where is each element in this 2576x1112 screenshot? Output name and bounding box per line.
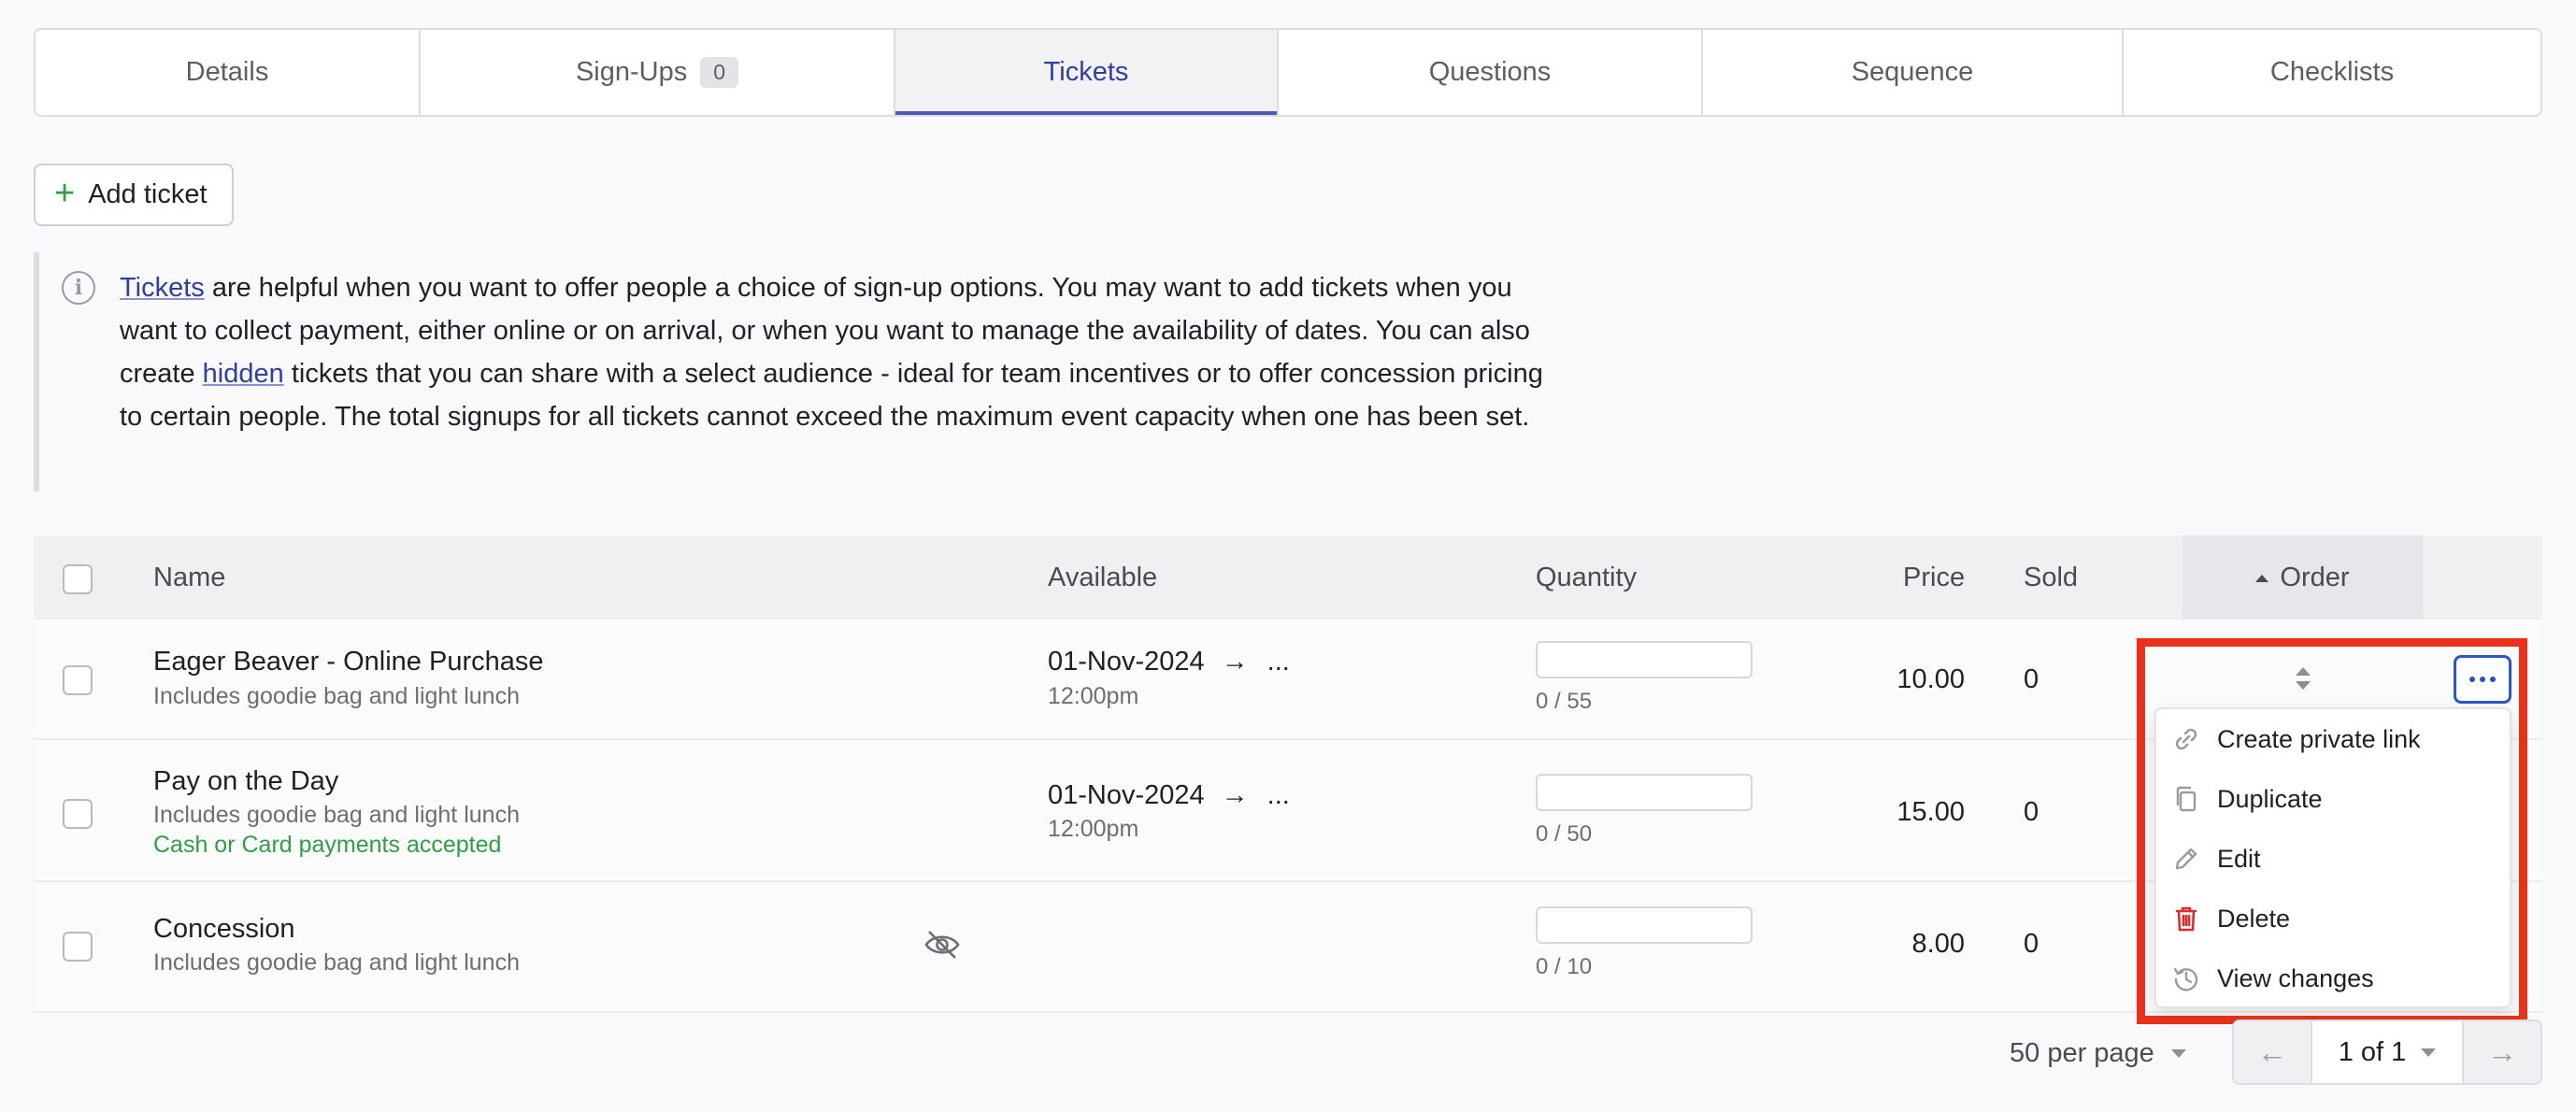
tab-sequence[interactable]: Sequence [1703,30,2124,115]
plus-icon: + [54,173,76,213]
row-checkbox[interactable] [63,932,93,962]
sign-ups-count-badge: 0 [700,57,739,88]
add-ticket-label: Add ticket [88,179,208,209]
per-page-select[interactable]: 50 per page [2010,1033,2186,1074]
table-header [34,535,2542,620]
column-header-order[interactable]: Order [2182,535,2423,620]
ticket-description: Includes goodie bag and light lunch [153,802,520,828]
quantity-input[interactable] [1536,641,1753,678]
menu-item-label: Create private link [2217,724,2421,753]
ticket-description: Includes goodie bag and light lunch [153,683,520,709]
available-start-date: 01-Nov-2024 [1048,647,1205,677]
menu-item-create-private-link[interactable]: Create private link [2156,709,2510,769]
menu-item-view-changes[interactable]: View changes [2156,948,2510,1008]
ticket-sold: 0 [2024,664,2039,694]
column-header-quantity[interactable]: Quantity [1536,535,1637,620]
ticket-sold: 0 [2024,929,2039,959]
more-icon [2490,677,2496,682]
available-end-date: ... [1267,780,1290,810]
tickets-help-link[interactable]: Tickets [120,273,205,303]
available-date: 01-Nov-2024 →... [1048,647,1290,677]
available-time: 12:00pm [1048,816,1139,842]
trash-icon [2175,906,2197,932]
ticket-name[interactable]: Pay on the Day [153,766,338,797]
tickets-info-text: Tickets are helpful when you want to off… [120,266,1559,438]
info-text-part: tickets that you can share with a select… [120,359,1543,432]
tab-label: Details [185,57,269,87]
available-time: 12:00pm [1048,683,1139,709]
info-icon: i [62,271,95,305]
available-end-date: ... [1267,647,1290,677]
available-date: 01-Nov-2024 →... [1048,780,1290,811]
menu-item-label: Edit [2217,844,2261,873]
add-ticket-button[interactable]: + Add ticket [34,164,234,226]
arrow-left-icon: ← [2257,1034,2287,1069]
history-icon [2173,967,2198,991]
ticket-note: Cash or Card payments accepted [153,832,502,858]
menu-item-label: Delete [2217,904,2291,933]
quantity-progress: 0 / 10 [1536,954,1593,979]
tab-label: Checklists [2269,57,2395,87]
more-icon [2469,677,2475,682]
chevron-down-icon [2170,1048,2186,1058]
menu-item-label: Duplicate [2217,784,2323,813]
link-icon [2175,728,2197,750]
available-start-date: 01-Nov-2024 [1048,780,1205,810]
order-header-label: Order [2280,562,2350,592]
column-header-name[interactable]: Name [153,535,225,620]
select-all-checkbox[interactable] [63,564,93,594]
menu-item-duplicate[interactable]: Duplicate [2156,769,2510,829]
column-header-price[interactable]: Price [1903,535,1965,620]
row-actions-menu: Create private link Duplicate Edit Delet… [2154,707,2512,1008]
column-header-sold[interactable]: Sold [2024,535,2078,620]
page-select[interactable]: 1 of 1 [2311,1021,2464,1083]
ticket-name[interactable]: Eager Beaver - Online Purchase [153,647,544,677]
quantity-input[interactable] [1536,906,1753,944]
hidden-eye-icon [924,931,960,959]
info-callout-bar [34,252,39,492]
ticket-name[interactable]: Concession [153,914,295,945]
page-indicator: 1 of 1 [2338,1036,2407,1067]
tab-label: Tickets [1043,57,1129,87]
quantity-progress: 0 / 55 [1536,689,1593,714]
row-checkbox[interactable] [63,799,93,829]
row-checkbox[interactable] [63,665,93,695]
ticket-price: 10.00 [1896,664,1965,694]
pencil-icon [2175,848,2197,870]
column-header-available[interactable]: Available [1048,535,1157,620]
sort-ascending-icon [2255,575,2269,582]
arrow-right-icon: → [2487,1034,2517,1069]
more-icon [2480,677,2485,682]
tab-bar: Details Sign-Ups 0 Tickets Questions Sequ… [34,28,2542,117]
arrow-right-icon: → [1221,780,1249,810]
chevron-down-icon [2421,1048,2437,1057]
quantity-progress: 0 / 50 [1536,821,1593,847]
menu-item-edit[interactable]: Edit [2156,829,2510,889]
pagination: ← 1 of 1 → [2232,1019,2542,1085]
arrow-right-icon: → [1221,647,1249,677]
ticket-sold: 0 [2024,797,2039,827]
duplicate-icon [2176,786,2197,812]
tab-label: Sign-Ups [575,57,688,87]
more-actions-button[interactable] [2454,655,2512,704]
tab-tickets[interactable]: Tickets [895,30,1279,115]
tab-questions[interactable]: Questions [1279,30,1703,115]
tab-label: Questions [1428,57,1552,87]
quantity-input[interactable] [1536,774,1753,811]
ticket-price: 8.00 [1911,929,1965,959]
tab-checklists[interactable]: Checklists [2124,30,2540,115]
ticket-price: 15.00 [1896,797,1965,827]
ticket-description: Includes goodie bag and light lunch [153,949,520,976]
menu-item-label: View changes [2217,963,2374,992]
per-page-label: 50 per page [2010,1037,2154,1068]
tab-sign-ups[interactable]: Sign-Ups 0 [421,30,895,115]
menu-item-delete[interactable]: Delete [2156,889,2510,948]
next-page-button[interactable]: → [2464,1021,2540,1083]
tab-details[interactable]: Details [36,30,421,115]
tab-label: Sequence [1851,57,1974,87]
hidden-help-link[interactable]: hidden [203,359,284,389]
previous-page-button[interactable]: ← [2234,1021,2311,1083]
